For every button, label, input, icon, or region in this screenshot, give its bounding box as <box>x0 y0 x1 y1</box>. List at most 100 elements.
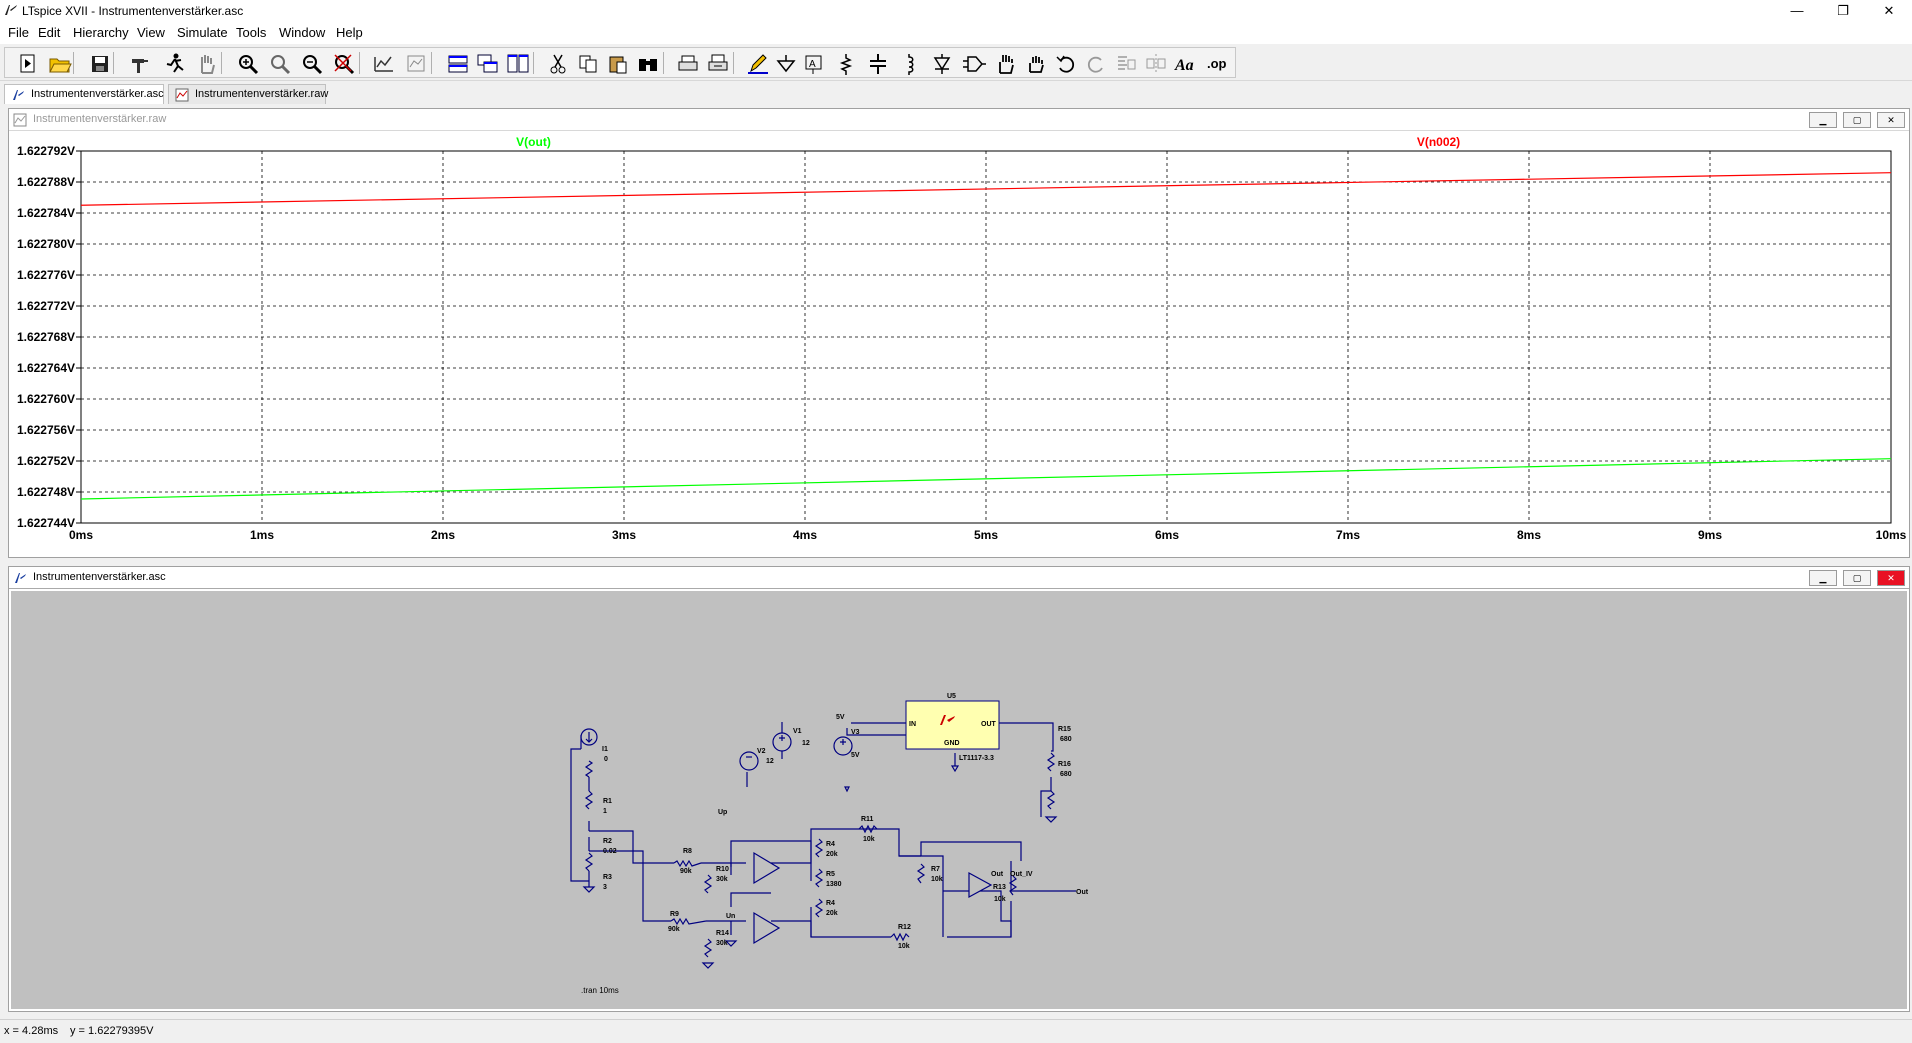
text-icon[interactable]: Aa <box>1173 51 1199 77</box>
y-tick-label: 1.622780V <box>17 237 75 251</box>
y-tick-label: 1.622768V <box>17 330 75 344</box>
menu-view[interactable]: View <box>137 25 165 40</box>
label-r16-value: 680 <box>1060 771 1072 778</box>
cascade-icon[interactable] <box>475 51 501 77</box>
label-r3-value: 3 <box>603 884 607 891</box>
waveform-plot[interactable]: 0ms 1ms 2ms 3ms 4ms 5ms 6ms 7ms 8ms 9ms 10ms 1.6227… <box>9 131 1909 557</box>
label-net-icon[interactable]: A <box>801 51 827 77</box>
x-tick-label: 4ms <box>793 528 817 542</box>
diode-icon[interactable] <box>929 51 955 77</box>
menu-simulate[interactable]: Simulate <box>177 25 228 40</box>
menu-edit[interactable]: Edit <box>38 25 60 40</box>
component-icon[interactable] <box>961 51 987 77</box>
toolbar: A Aa .op <box>0 44 1912 81</box>
label-r5-value: 1380 <box>826 881 842 888</box>
waveform-window-title: Instrumentenverstärker.raw <box>33 113 167 125</box>
ground-icon[interactable] <box>773 51 799 77</box>
run-simulation-icon[interactable] <box>162 51 188 77</box>
menu-hierarchy[interactable]: Hierarchy <box>73 25 129 40</box>
schematic-icon <box>15 573 26 583</box>
window-title: LTspice XVII - Instrumentenverstärker.as… <box>22 4 244 18</box>
tile-horizontal-icon[interactable] <box>445 51 471 77</box>
cut-icon[interactable] <box>545 51 571 77</box>
plot-settings-icon[interactable] <box>403 51 429 77</box>
open-folder-button[interactable] <box>47 51 73 77</box>
x-tick-label: 1ms <box>250 528 274 542</box>
menu-help[interactable]: Help <box>336 25 363 40</box>
status-bar: x = 4.28ms y = 1.62279395V <box>0 1019 1912 1043</box>
schematic-window-title: Instrumentenverstärker.asc <box>33 571 166 583</box>
restore-button[interactable]: ❐ <box>1820 0 1866 22</box>
schematic-close-button[interactable]: ✕ <box>1877 570 1905 586</box>
save-button[interactable] <box>87 51 113 77</box>
draw-wire-pencil-icon[interactable] <box>745 51 771 77</box>
menu-bar: File Edit Hierarchy View Simulate Tools … <box>0 22 1912 44</box>
drag-hand-icon[interactable] <box>1023 51 1049 77</box>
zoom-in-icon[interactable] <box>235 51 261 77</box>
ltspice-logo-icon <box>5 5 17 15</box>
waveform-restore-button[interactable]: ▢ <box>1843 112 1871 128</box>
label-r16: R16 <box>1058 761 1071 768</box>
resistors <box>584 752 1056 958</box>
minimize-button[interactable]: — <box>1774 0 1820 22</box>
tab-schematic[interactable]: Instrumentenverstärker.asc <box>4 84 164 104</box>
label-r14-value: 30k <box>716 940 728 947</box>
y-tick-label: 1.622744V <box>17 516 75 530</box>
spice-directive-tran[interactable]: .tran 10ms <box>581 986 619 995</box>
label-u5-in: IN <box>909 721 916 728</box>
y-tick-label: 1.622752V <box>17 454 75 468</box>
paste-icon[interactable] <box>605 51 631 77</box>
label-r8-value: 90k <box>680 868 692 875</box>
zoom-fit-icon[interactable] <box>331 51 357 77</box>
label-r4a-value: 20k <box>826 851 838 858</box>
menu-window[interactable]: Window <box>279 25 325 40</box>
label-v3-value: 5V <box>851 752 860 759</box>
move-hand-icon[interactable] <box>993 51 1019 77</box>
label-r5: R5 <box>826 871 835 878</box>
pan-icon[interactable] <box>267 51 293 77</box>
print-preview-icon[interactable] <box>705 51 731 77</box>
label-u5: U5 <box>947 693 956 700</box>
new-schematic-button[interactable] <box>15 51 41 77</box>
y-tick-label: 1.622784V <box>17 206 75 220</box>
schematic-minimize-button[interactable]: ▁ <box>1809 570 1837 586</box>
find-binoculars-icon[interactable] <box>635 51 661 77</box>
grounds <box>582 765 1058 969</box>
autorange-icon[interactable] <box>371 51 397 77</box>
schematic-canvas[interactable]: U5 IN OUT GND LT1117-3.3 I1 0 R1 1 R2 0.… <box>11 591 1907 1009</box>
document-tabs: Instrumentenverstärker.asc Instrumentenv… <box>0 82 1912 104</box>
mirror-icon[interactable] <box>1143 51 1169 77</box>
zoom-out-icon[interactable] <box>299 51 325 77</box>
waveform-minimize-button[interactable]: ▁ <box>1809 112 1837 128</box>
tab-waveform-label: Instrumentenverstärker.raw <box>195 88 329 100</box>
y-tick-label: 1.622748V <box>17 485 75 499</box>
y-tick-label: 1.622756V <box>17 423 75 437</box>
print-icon[interactable] <box>675 51 701 77</box>
trace-label[interactable]: V(out) <box>516 135 551 149</box>
waveform-close-button[interactable]: ✕ <box>1877 112 1905 128</box>
halt-hand-icon[interactable] <box>194 51 220 77</box>
redo-icon[interactable] <box>1083 51 1109 77</box>
capacitor-icon[interactable] <box>865 51 891 77</box>
tab-waveform[interactable]: Instrumentenverstärker.raw <box>168 84 329 104</box>
label-r15: R15 <box>1058 726 1071 733</box>
undo-icon[interactable] <box>1053 51 1079 77</box>
label-r4b: R4 <box>826 900 835 907</box>
label-r7: R7 <box>931 866 940 873</box>
copy-icon[interactable] <box>575 51 601 77</box>
inductor-icon[interactable] <box>897 51 923 77</box>
x-tick-label: 5ms <box>974 528 998 542</box>
close-button[interactable]: ✕ <box>1866 0 1912 22</box>
control-panel-hammer-icon[interactable] <box>127 51 153 77</box>
menu-tools[interactable]: Tools <box>236 25 266 40</box>
resistor-icon[interactable] <box>833 51 859 77</box>
spice-directive-icon[interactable]: .op <box>1205 51 1231 77</box>
label-v3: V3 <box>851 729 860 736</box>
trace-label[interactable]: V(n002) <box>1417 135 1460 149</box>
label-i1: I1 <box>602 746 608 753</box>
schematic-restore-button[interactable]: ▢ <box>1843 570 1871 586</box>
rotate-icon[interactable] <box>1113 51 1139 77</box>
tile-vertical-icon[interactable] <box>505 51 531 77</box>
waveform-icon <box>13 113 27 127</box>
menu-file[interactable]: File <box>8 25 29 40</box>
